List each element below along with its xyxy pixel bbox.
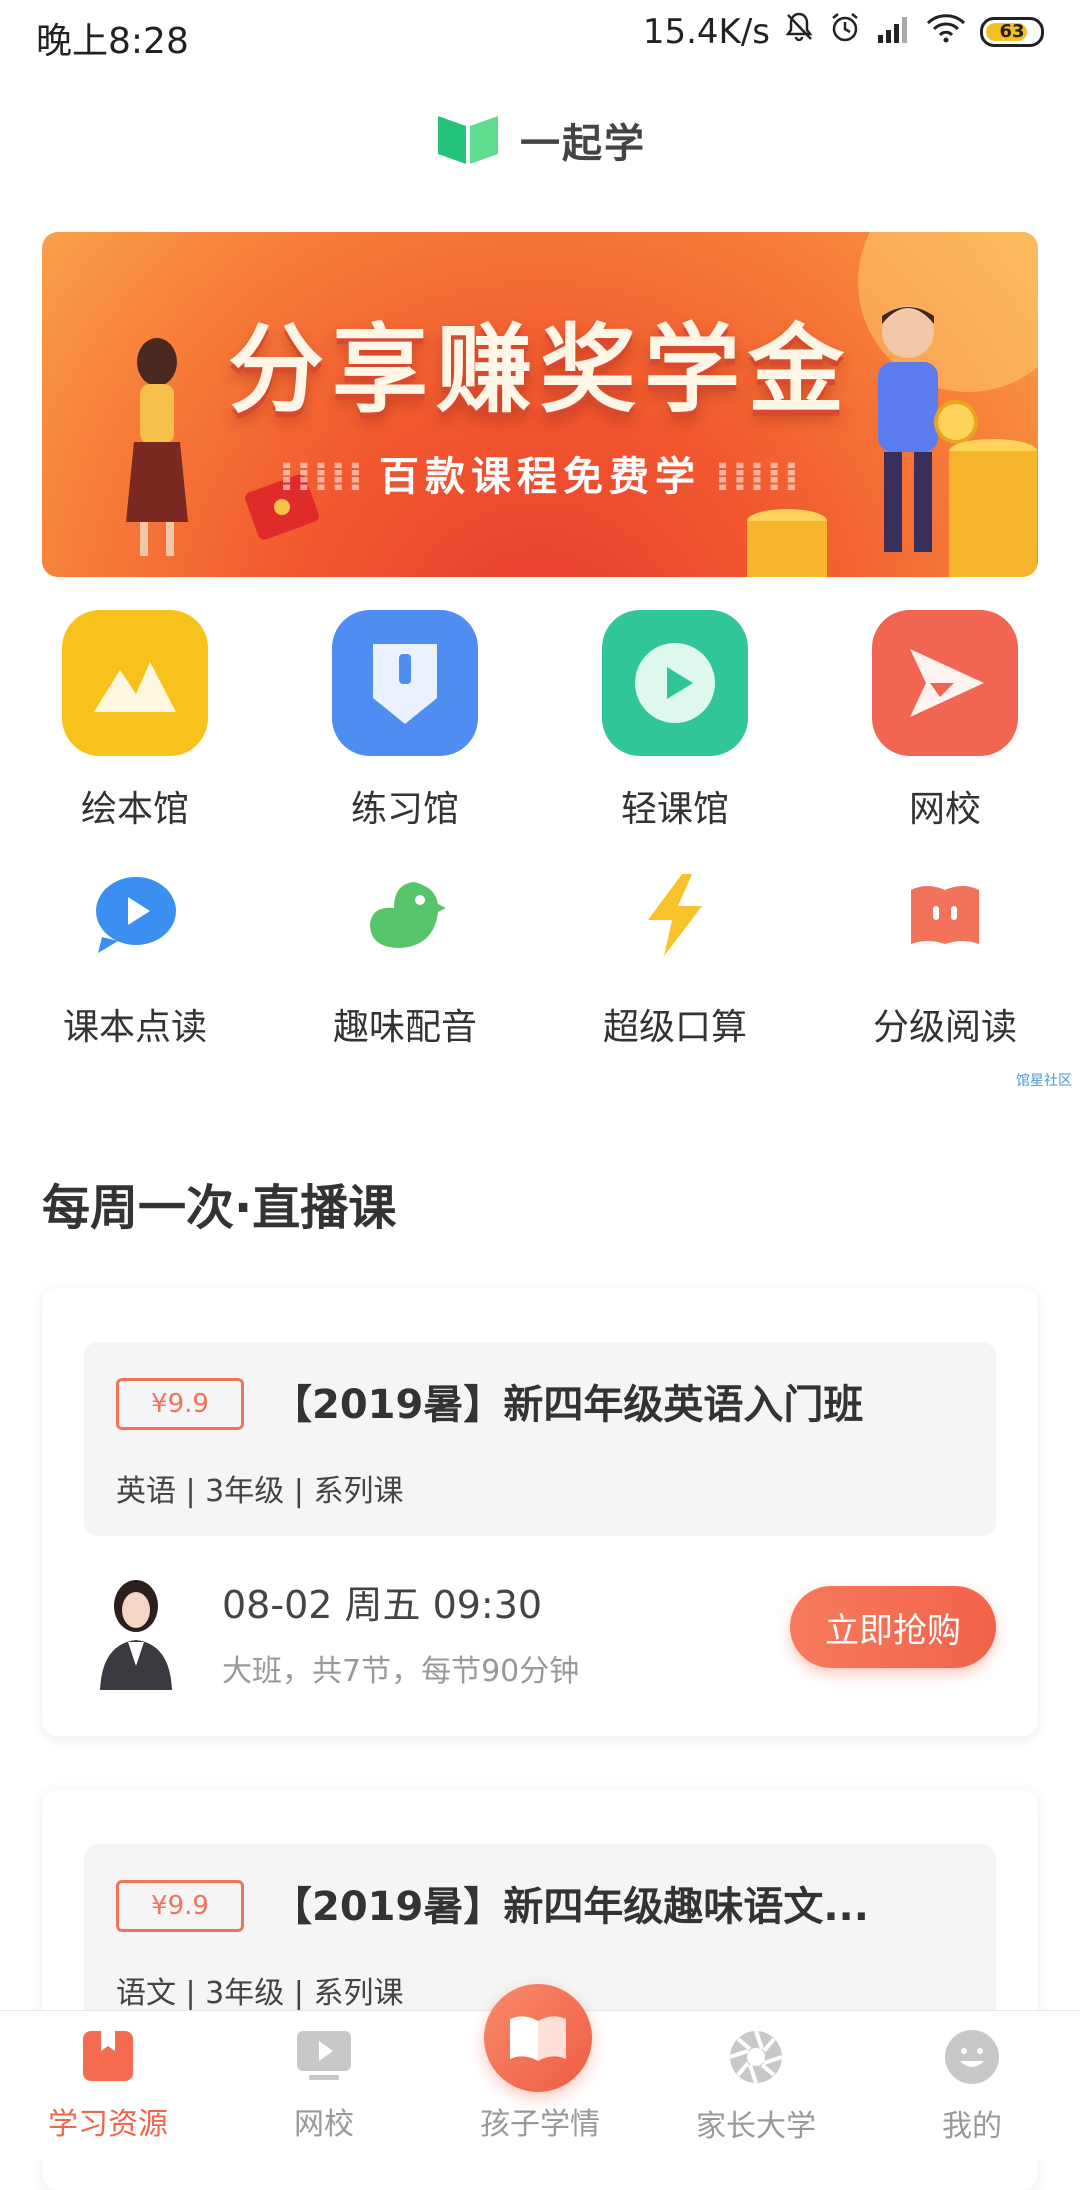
primary-features: 绘本馆 练习馆 轻课馆 网校: [0, 610, 1080, 832]
bird-icon: [360, 870, 450, 960]
coin-stack-illustration: [747, 509, 827, 577]
status-icons: 15.4K/s 63: [643, 10, 1044, 53]
feature-label: 轻课馆: [620, 789, 729, 830]
nav-me[interactable]: 我的: [864, 2029, 1080, 2145]
feature-label: 网校: [908, 789, 981, 830]
secondary-features: 课本点读 趣味配音 超级口算 分级阅读: [0, 870, 1080, 1050]
signal-icon: [876, 12, 912, 52]
smiley-face-icon: [945, 2030, 999, 2084]
nav-online-school[interactable]: 网校: [216, 2029, 432, 2143]
course-card[interactable]: ¥9.9 【2019暑】新四年级英语入门班 英语 | 3年级 | 系列课 08-…: [42, 1288, 1038, 1736]
course-title: 【2019暑】新四年级英语入门班: [272, 1382, 864, 1428]
nav-label: 家长大学: [696, 2109, 816, 2144]
battery-icon: 63: [980, 16, 1044, 47]
nav-learning-resources[interactable]: 学习资源: [0, 2029, 216, 2143]
book-logo-icon: [434, 110, 502, 170]
feature-label: 课本点读: [62, 1007, 207, 1048]
teacher-avatar: [100, 1580, 172, 1690]
alarm-icon: [828, 10, 862, 53]
feature-label: 绘本馆: [80, 789, 189, 830]
price-tag: ¥9.9: [116, 1378, 244, 1430]
buy-now-button[interactable]: 立即抢购: [790, 1586, 996, 1668]
coin-tower-illustration: [949, 439, 1037, 577]
wifi-icon: [926, 12, 966, 52]
feature-label: 超级口算: [602, 1007, 747, 1048]
feature-textbook-reading[interactable]: 课本点读: [0, 870, 270, 1050]
price-tag: ¥9.9: [116, 1880, 244, 1932]
course-tags: 英语 | 3年级 | 系列课: [116, 1474, 404, 1509]
app-name: 一起学: [520, 121, 646, 167]
mute-icon: [784, 11, 814, 52]
shield-bookmark-icon: [332, 610, 478, 756]
play-swoosh-icon: [872, 610, 1018, 756]
feature-fun-dubbing[interactable]: 趣味配音: [270, 870, 540, 1050]
nav-label: 学习资源: [48, 2107, 168, 2142]
feature-label: 趣味配音: [332, 1007, 477, 1048]
watermark: 馆星社区: [1016, 1073, 1072, 1089]
mountain-icon: [62, 610, 208, 756]
feature-graded-reading[interactable]: 分级阅读: [810, 870, 1080, 1050]
nav-label: 网校: [294, 2107, 354, 2142]
course-tags: 语文 | 3年级 | 系列课: [116, 1976, 404, 2011]
status-bar: 晚上8:28 15.4K/s 63: [0, 0, 1080, 70]
feature-online-school[interactable]: 网校: [810, 610, 1080, 832]
feature-mental-math[interactable]: 超级口算: [540, 870, 810, 1050]
network-speed: 15.4K/s: [642, 11, 770, 52]
app-header: 一起学: [0, 110, 1080, 170]
book-face-icon: [900, 870, 990, 960]
section-title: 每周一次·直播课: [42, 1180, 397, 1236]
feature-label: 练习馆: [350, 789, 459, 830]
status-time: 晚上8:28: [36, 21, 189, 62]
center-book-button[interactable]: [484, 1984, 592, 2092]
course-info: ¥9.9 【2019暑】新四年级英语入门班 英语 | 3年级 | 系列课: [84, 1342, 996, 1536]
nav-label: 孩子学情: [480, 2107, 600, 2142]
aperture-icon: [729, 2030, 783, 2084]
feature-picture-books[interactable]: 绘本馆: [0, 610, 270, 832]
video-screen-icon: [297, 2031, 351, 2080]
play-circle-icon: [602, 610, 748, 756]
battery-level: 63: [999, 21, 1025, 42]
feature-practice[interactable]: 练习馆: [270, 610, 540, 832]
course-title: 【2019暑】新四年级趣味语文...: [272, 1884, 869, 1930]
open-book-icon: [510, 2016, 566, 2061]
course-detail: 大班，共7节，每节90分钟: [222, 1654, 580, 1689]
feature-light-course[interactable]: 轻课馆: [540, 610, 810, 832]
course-date: 08-02 周五 09:30: [222, 1583, 543, 1627]
nav-label: 我的: [942, 2109, 1002, 2144]
feature-label: 分级阅读: [872, 1007, 1017, 1048]
bookmark-book-icon: [83, 2031, 133, 2081]
promo-banner[interactable]: 分享赚奖学金 ⁞⁞⁞⁞⁞ 百款课程免费学 ⁞⁞⁞⁞⁞: [42, 232, 1038, 577]
nav-parent-university[interactable]: 家长大学: [648, 2029, 864, 2145]
chat-play-icon: [90, 870, 180, 960]
lightning-icon: [630, 870, 720, 960]
